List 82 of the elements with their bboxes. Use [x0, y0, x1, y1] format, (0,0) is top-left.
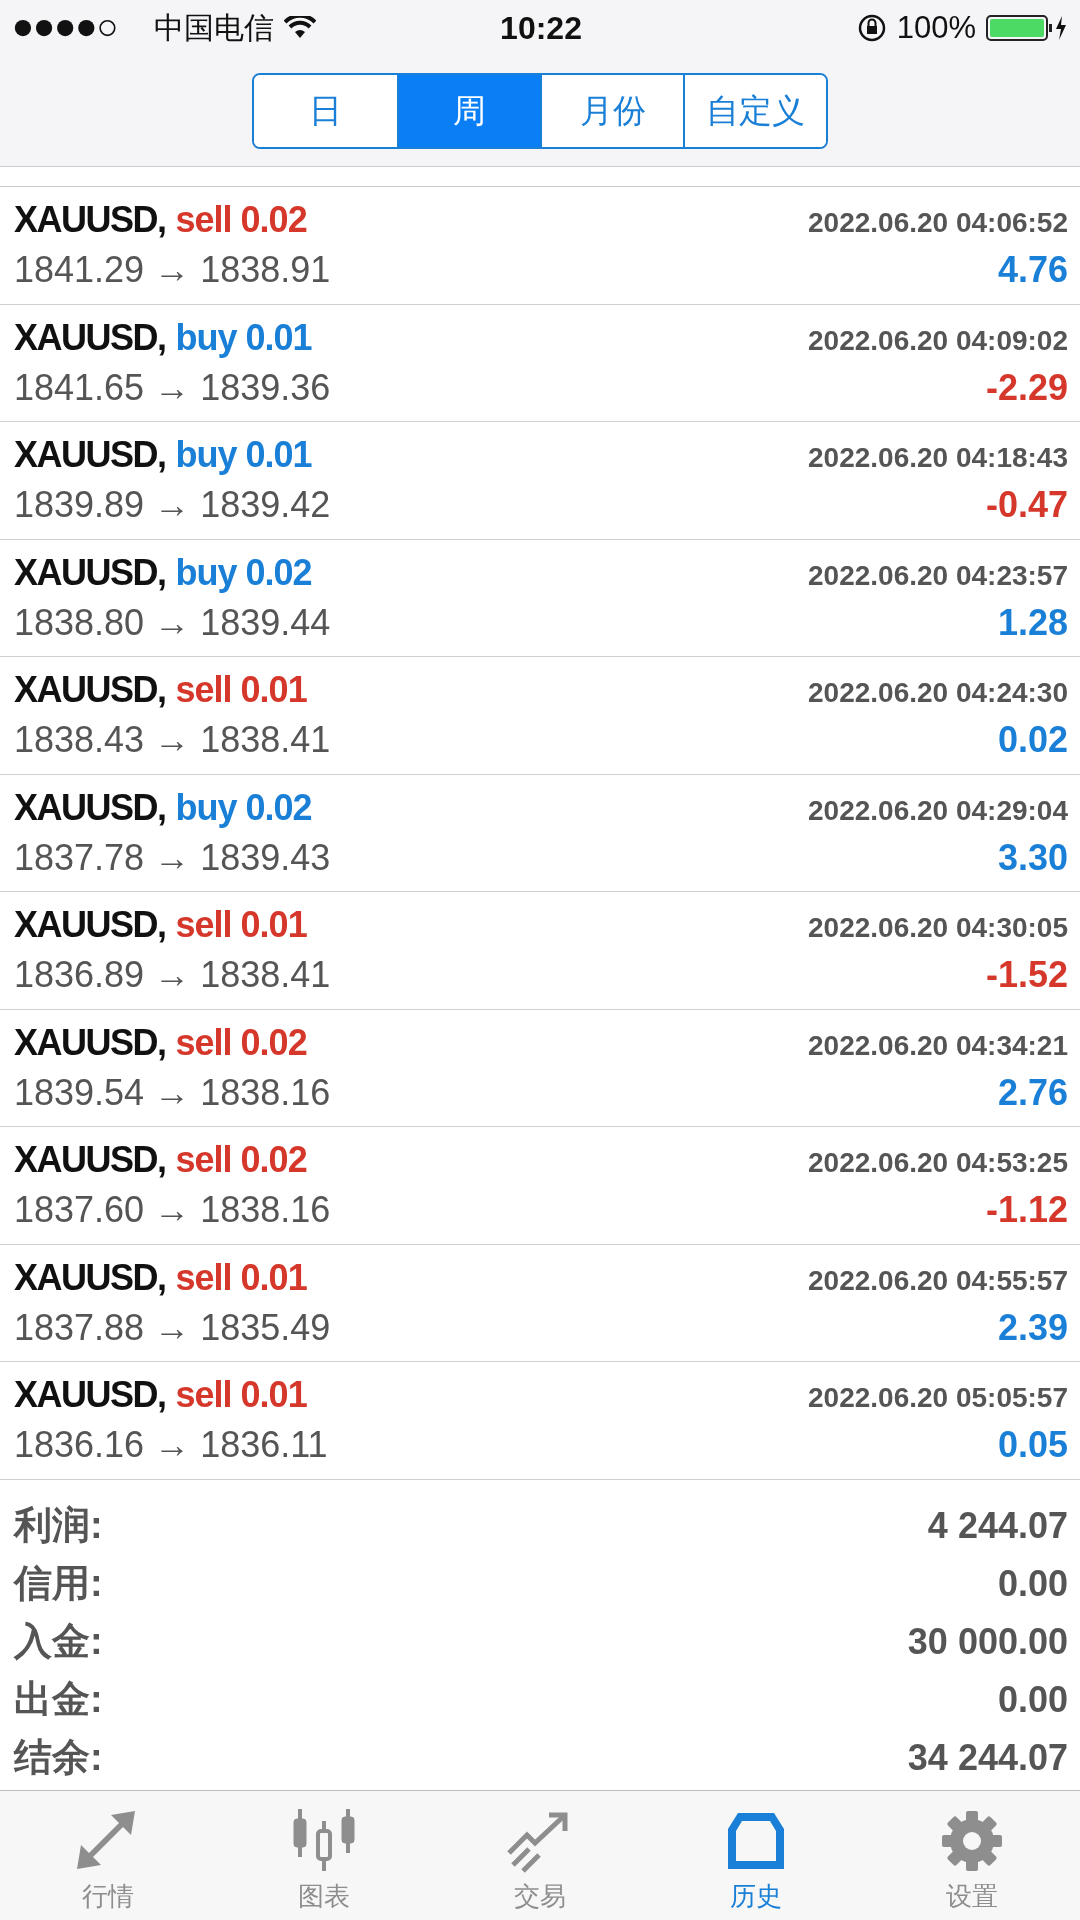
battery-charging-icon	[986, 14, 1068, 42]
deal-profit: 2.39	[997, 1306, 1068, 1349]
price-range: 1836.16 → 1836.11	[14, 1424, 328, 1467]
order-type: sell 0.01	[175, 904, 307, 947]
tab-bar-item[interactable]: 图表	[216, 1790, 432, 1920]
deal-time: 2022.06.20 04:24:30	[808, 677, 1068, 710]
order-type: sell 0.02	[175, 1021, 307, 1064]
gear-icon	[940, 1809, 1004, 1873]
tab-bar-item[interactable]: 设置	[864, 1790, 1080, 1920]
order-type: sell 0.02	[175, 199, 307, 242]
deal-profit: 1.28	[997, 601, 1068, 644]
summary-label: 出金:	[14, 1676, 103, 1722]
tab-bar-item[interactable]: 行情	[0, 1790, 216, 1920]
summary-label: 结余:	[14, 1734, 103, 1780]
summary-label: 信用:	[14, 1560, 103, 1606]
symbol-name: XAUUSD,	[14, 786, 166, 829]
price-range: 1837.60 → 1838.16	[14, 1189, 331, 1232]
deal-profit: 0.02	[997, 719, 1068, 762]
symbol-name: XAUUSD,	[14, 904, 166, 947]
symbol-name: XAUUSD,	[14, 316, 166, 359]
deal-time: 2022.06.20 04:18:43	[808, 442, 1068, 475]
price-range: 1837.78 → 1839.43	[14, 836, 331, 879]
symbol-name: XAUUSD,	[14, 1256, 166, 1299]
symbol-name: XAUUSD,	[14, 434, 166, 477]
deal-time: 2022.06.20 05:05:57	[808, 1382, 1068, 1415]
clock-time: 10:22	[500, 9, 582, 47]
deal-time: 2022.06.20 04:09:02	[808, 324, 1068, 357]
deal-time: 2022.06.20 04:06:52	[808, 207, 1068, 240]
deal-time: 2022.06.20 04:55:57	[808, 1264, 1068, 1297]
tab-bar-item[interactable]: 交易	[432, 1790, 648, 1920]
period-tab[interactable]: 月份	[540, 75, 683, 147]
summary-value: 30 000.00	[907, 1620, 1068, 1663]
deal-profit: 2.76	[997, 1071, 1068, 1114]
rotation-lock-icon	[856, 13, 887, 43]
deal-profit: 4.76	[997, 249, 1068, 292]
symbol-name: XAUUSD,	[14, 1021, 166, 1064]
order-type: sell 0.01	[175, 1374, 307, 1417]
deal-time: 2022.06.20 04:23:57	[808, 559, 1068, 592]
price-range: 1841.65 → 1839.36	[14, 366, 331, 409]
carrier-name: 中国电信	[154, 9, 274, 46]
summary-value: 0.00	[997, 1678, 1068, 1721]
deal-profit: -1.52	[985, 954, 1068, 997]
wifi-icon	[284, 16, 316, 40]
summary-value: 4 244.07	[927, 1504, 1068, 1547]
period-tab[interactable]: 自定义	[683, 75, 826, 147]
price-range: 1836.89 → 1838.41	[14, 954, 331, 997]
candlestick-icon	[291, 1807, 357, 1873]
deal-profit: -0.47	[985, 484, 1068, 527]
symbol-name: XAUUSD,	[14, 1374, 166, 1417]
order-type: sell 0.02	[175, 1139, 307, 1182]
battery-percent: 100%	[896, 10, 976, 46]
summary-value: 0.00	[997, 1562, 1068, 1605]
order-type: buy 0.02	[175, 786, 312, 829]
symbol-name: XAUUSD,	[14, 669, 166, 712]
price-range: 1838.80 → 1839.44	[14, 601, 331, 644]
order-type: buy 0.01	[175, 316, 312, 359]
order-type: buy 0.02	[175, 551, 312, 594]
deal-time: 2022.06.20 04:29:04	[808, 794, 1068, 827]
price-range: 1837.88 → 1835.49	[14, 1306, 331, 1349]
symbol-name: XAUUSD,	[14, 1139, 166, 1182]
deal-profit: -2.29	[985, 366, 1068, 409]
price-range: 1839.89 → 1839.42	[14, 484, 331, 527]
price-range: 1839.54 → 1838.16	[14, 1071, 331, 1114]
summary-label: 利润:	[14, 1502, 103, 1548]
deal-profit: -1.12	[985, 1189, 1068, 1232]
tab-bar-item[interactable]: 历史	[648, 1790, 864, 1920]
deal-profit: 3.30	[997, 836, 1068, 879]
symbol-name: XAUUSD,	[14, 199, 166, 242]
period-tab[interactable]: 日	[254, 75, 397, 147]
order-type: sell 0.01	[175, 1256, 307, 1299]
price-range: 1841.29 → 1838.91	[14, 249, 331, 292]
price-range: 1838.43 → 1838.41	[14, 719, 331, 762]
summary-value: 34 244.07	[907, 1736, 1068, 1779]
order-type: buy 0.01	[175, 434, 312, 477]
deal-profit: 0.05	[997, 1424, 1068, 1467]
deal-time: 2022.06.20 04:30:05	[808, 912, 1068, 945]
order-type: sell 0.01	[175, 669, 307, 712]
deal-time: 2022.06.20 04:34:21	[808, 1029, 1068, 1062]
symbol-name: XAUUSD,	[14, 551, 166, 594]
deal-time: 2022.06.20 04:53:25	[808, 1147, 1068, 1180]
period-tab[interactable]: 周	[397, 75, 540, 147]
summary-label: 入金:	[14, 1618, 103, 1664]
